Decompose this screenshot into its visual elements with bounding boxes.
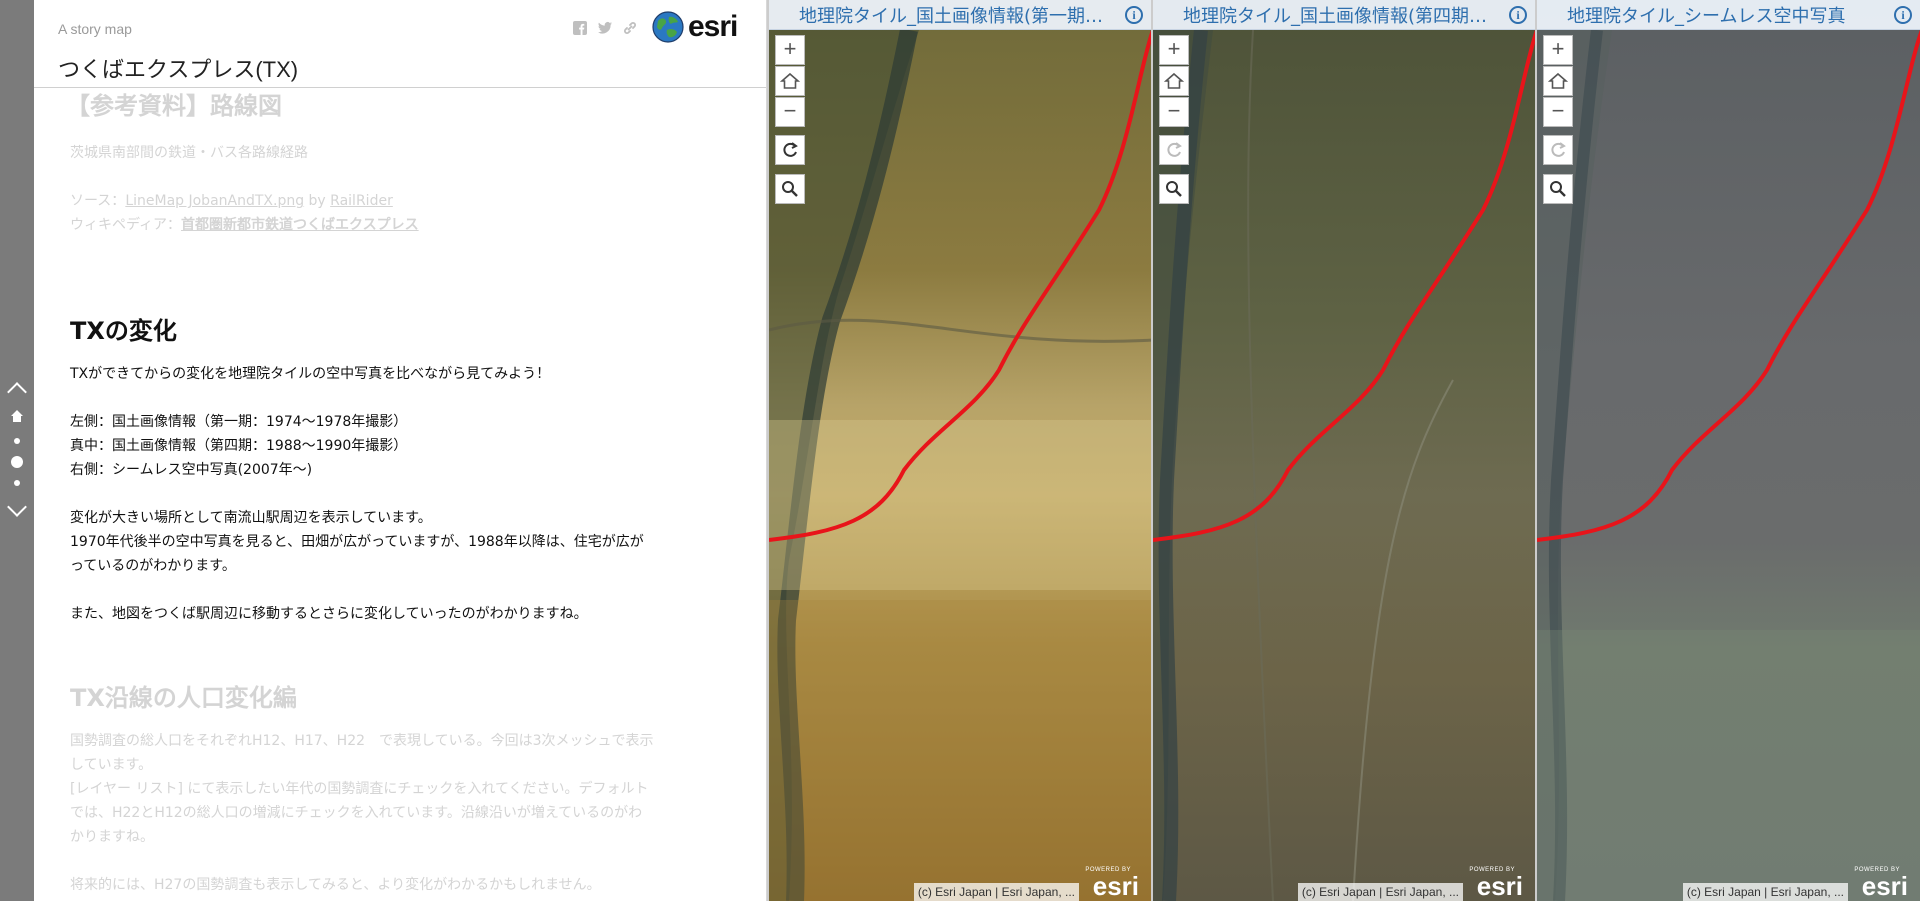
previous-section-button[interactable]: [0, 382, 34, 402]
map-title: 地理院タイル_シームレス空中写真: [1567, 6, 1846, 27]
powered-by-esri[interactable]: POWERED BY esri: [1465, 867, 1529, 901]
powered-by-esri[interactable]: POWERED BY esri: [1081, 867, 1145, 901]
zoom-out-button[interactable]: −: [775, 97, 805, 127]
right-map-description: 右側：シームレス空中写真(2007年〜): [70, 462, 313, 478]
caption-text: 茨城県南部間の鉄道・バス各路線経路: [70, 145, 308, 161]
map-2007[interactable]: 地理院タイル_シームレス空中写真 i + − (c) Esri Japan | …: [1535, 0, 1920, 901]
sync-maps-button[interactable]: [1543, 135, 1573, 165]
map-attribution[interactable]: (c) Esri Japan | Esri Japan, ...: [1297, 883, 1463, 901]
esri-wordmark: esri: [1092, 871, 1139, 901]
body-paragraph: 変化が大きい場所として南流山駅周辺を表示しています。: [70, 510, 432, 526]
body-paragraph: 将来的には、H27の国勢調査も表示してみると、より変化がわかるかもしれません。: [70, 877, 601, 893]
map-title: 地理院タイル_国土画像情報(第一期：1974〜1978年撮影): [799, 6, 1109, 27]
source-line: ソース：LineMap JobanAndTX.png by RailRider: [70, 189, 393, 213]
zoom-in-button[interactable]: +: [775, 35, 805, 65]
twitter-icon[interactable]: [597, 20, 613, 36]
story-panel: A story map つくばエクスプレス(TX) esri 【参考資料】路線図…: [34, 0, 767, 901]
body-paragraph: では、H22とH12の総人口の増減にチェックを入れています。沿線沿いが増えている…: [70, 805, 643, 821]
map-attribution[interactable]: (c) Esri Japan | Esri Japan, ...: [1682, 883, 1848, 901]
next-section-button[interactable]: [0, 497, 34, 517]
powered-by-esri[interactable]: POWERED BY esri: [1850, 867, 1914, 901]
body-paragraph: かりますね。: [70, 829, 154, 845]
body-paragraph: っているのがわかります。: [70, 558, 236, 574]
wiki-line: ウィキペディア：首都圏新都市鉄道つくばエクスプレス: [70, 213, 419, 237]
home-extent-button[interactable]: [775, 66, 805, 96]
chevron-up-icon: [7, 382, 27, 402]
tx-route-line: [1153, 29, 1535, 542]
search-icon: [782, 181, 798, 197]
map-title: 地理院タイル_国土画像情報(第四期：1988〜1990年撮影): [1183, 6, 1493, 27]
aerial-imagery: [1537, 29, 1920, 901]
sync-maps-button[interactable]: [775, 135, 805, 165]
home-icon: [1163, 72, 1185, 89]
home-icon: [1547, 72, 1569, 89]
section-nav-rail: [0, 0, 34, 901]
section-heading: 【参考資料】路線図: [66, 92, 282, 120]
zoom-out-button[interactable]: −: [1543, 97, 1573, 127]
home-icon[interactable]: [10, 409, 24, 423]
body-paragraph: しています。: [70, 757, 153, 773]
search-icon: [1550, 181, 1566, 197]
body-paragraph: 国勢調査の総人口をそれぞれH12、H17、H22 で表現している。今回は3次メッ…: [70, 733, 654, 749]
section-dot[interactable]: [14, 438, 20, 444]
active-section-heading: TXの変化: [70, 317, 177, 345]
left-map-description: 左側：国土画像情報（第一期：1974〜1978年撮影）: [70, 414, 408, 430]
section-dot[interactable]: [14, 480, 20, 486]
story-title: つくばエクスプレス(TX): [58, 57, 299, 82]
info-icon[interactable]: i: [1894, 6, 1912, 24]
source-by: by: [304, 193, 331, 209]
sync-icon: [1167, 142, 1182, 157]
aerial-imagery: [769, 28, 1151, 901]
esri-wordmark: esri: [1476, 871, 1523, 901]
search-button[interactable]: [1543, 174, 1573, 204]
body-paragraph: [レイヤー リスト] にて表示したい年代の国勢調査にチェックを入れてください。デ…: [70, 781, 649, 797]
info-icon[interactable]: i: [1509, 6, 1527, 24]
link-icon[interactable]: [622, 20, 638, 36]
facebook-icon[interactable]: [572, 20, 588, 36]
search-icon: [1166, 181, 1182, 197]
map-1974[interactable]: 地理院タイル_国土画像情報(第一期：1974〜1978年撮影) i + − (c…: [767, 0, 1151, 901]
zoom-in-button[interactable]: +: [1159, 35, 1189, 65]
globe-icon: [652, 11, 684, 43]
body-paragraph: 1970年代後半の空中写真を見ると、田畑が広がっていますが、1988年以降は、住…: [70, 534, 644, 550]
intro-text: TXができてからの変化を地理院タイルの空中写真を比べながら見てみよう！: [70, 366, 551, 382]
body-paragraph: また、地図をつくば駅周辺に移動するとさらに変化していったのがわかりますね。: [70, 606, 588, 622]
info-icon[interactable]: i: [1125, 6, 1143, 24]
source-label: ソース：: [70, 193, 126, 209]
sync-maps-button[interactable]: [1159, 135, 1189, 165]
source-author-link[interactable]: RailRider: [330, 193, 393, 209]
section-heading: TX沿線の人口変化編: [70, 684, 297, 712]
esri-logo[interactable]: esri: [652, 10, 738, 44]
story-header: A story map つくばエクスプレス(TX) esri: [34, 0, 766, 88]
story-kicker: A story map: [58, 21, 132, 37]
map-title-bar: 地理院タイル_シームレス空中写真 i: [1537, 0, 1920, 30]
esri-wordmark: esri: [1861, 871, 1908, 901]
chevron-down-icon: [7, 497, 27, 517]
search-button[interactable]: [775, 174, 805, 204]
wiki-label: ウィキペディア：: [70, 217, 182, 233]
section-dot-active[interactable]: [11, 456, 23, 468]
zoom-out-button[interactable]: −: [1159, 97, 1189, 127]
home-icon: [779, 72, 801, 89]
aerial-imagery: [1153, 29, 1535, 901]
map-title-bar: 地理院タイル_国土画像情報(第四期：1988〜1990年撮影) i: [1153, 0, 1535, 30]
middle-map-description: 真中：国土画像情報（第四期：1988〜1990年撮影）: [70, 438, 408, 454]
home-extent-button[interactable]: [1159, 66, 1189, 96]
home-extent-button[interactable]: [1543, 66, 1573, 96]
esri-logo-text: esri: [688, 10, 738, 43]
sync-icon: [1551, 142, 1566, 157]
map-attribution[interactable]: (c) Esri Japan | Esri Japan, ...: [913, 883, 1079, 901]
map-1988[interactable]: 地理院タイル_国土画像情報(第四期：1988〜1990年撮影) i + − (c…: [1151, 0, 1535, 901]
zoom-in-button[interactable]: +: [1543, 35, 1573, 65]
source-file-link[interactable]: LineMap JobanAndTX.png: [125, 193, 304, 209]
search-button[interactable]: [1159, 174, 1189, 204]
wiki-link[interactable]: 首都圏新都市鉄道つくばエクスプレス: [181, 217, 419, 233]
map-title-bar: 地理院タイル_国土画像情報(第一期：1974〜1978年撮影) i: [769, 0, 1151, 30]
sync-icon: [783, 142, 798, 157]
